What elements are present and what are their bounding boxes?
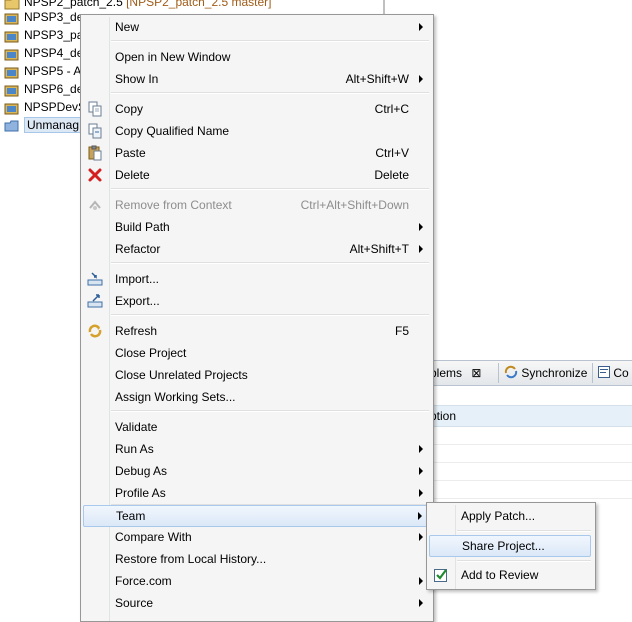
menu-item-new[interactable]: New bbox=[83, 16, 429, 38]
submenu-arrow-icon bbox=[419, 533, 423, 541]
tree-item-unmanaged[interactable]: Unmanag bbox=[4, 116, 83, 134]
export-icon bbox=[87, 293, 103, 309]
menu-item-close-unrelated-projects[interactable]: Close Unrelated Projects bbox=[83, 364, 429, 386]
problems-column-header[interactable]: ption bbox=[424, 405, 632, 427]
project-folder-icon bbox=[4, 11, 20, 25]
menu-item-paste[interactable]: Paste Ctrl+V bbox=[83, 142, 429, 164]
tree-item-npsp3-de[interactable]: NPSP3_de bbox=[4, 8, 83, 26]
menu-item-share-project[interactable]: Share Project... bbox=[429, 535, 591, 557]
grid-line bbox=[424, 462, 632, 463]
menu-item-remove-from-context[interactable]: Remove from Context Ctrl+Alt+Shift+Down bbox=[83, 194, 429, 216]
menu-separator bbox=[111, 410, 429, 412]
submenu-arrow-icon bbox=[419, 245, 423, 253]
project-folder-icon bbox=[4, 65, 20, 79]
grid-line bbox=[424, 498, 632, 499]
tab-console[interactable]: Co bbox=[598, 365, 629, 381]
project-folder-icon bbox=[4, 47, 20, 61]
synchronize-icon bbox=[504, 365, 518, 379]
remove-context-icon bbox=[87, 197, 103, 213]
menu-item-build-path[interactable]: Build Path bbox=[83, 216, 429, 238]
tab-separator bbox=[592, 363, 593, 383]
submenu-arrow-icon bbox=[419, 223, 423, 231]
menu-item-assign-working-sets[interactable]: Assign Working Sets... bbox=[83, 386, 429, 408]
project-folder-icon bbox=[4, 83, 20, 97]
context-menu: New Open in New Window Show In Alt+Shift… bbox=[80, 14, 434, 622]
refresh-icon bbox=[87, 323, 103, 339]
grid-line bbox=[424, 444, 632, 445]
checkbox-checked-icon bbox=[433, 567, 449, 583]
bottom-panel-tabs: blems ⊠ Synchronize Co bbox=[424, 360, 632, 386]
menu-item-add-to-review[interactable]: Add to Review bbox=[429, 564, 591, 586]
menu-separator bbox=[111, 314, 429, 316]
submenu-arrow-icon bbox=[419, 489, 423, 497]
menu-item-copy[interactable]: Copy Ctrl+C bbox=[83, 98, 429, 120]
delete-icon bbox=[87, 167, 103, 183]
paste-icon bbox=[87, 145, 103, 161]
submenu-arrow-icon bbox=[419, 75, 423, 83]
menu-item-source[interactable]: Source bbox=[83, 592, 429, 614]
menu-item-compare-with[interactable]: Compare With bbox=[83, 526, 429, 548]
submenu-arrow-icon bbox=[419, 23, 423, 31]
menu-separator bbox=[111, 40, 429, 42]
menu-item-apply-patch[interactable]: Apply Patch... bbox=[429, 505, 591, 527]
menu-separator bbox=[111, 92, 429, 94]
menu-item-import[interactable]: Import... bbox=[83, 268, 429, 290]
tree-item-npsp6-de[interactable]: NPSP6_de bbox=[4, 80, 83, 98]
submenu-arrow-icon bbox=[419, 445, 423, 453]
submenu-arrow-icon bbox=[419, 467, 423, 475]
menu-item-copy-qualified-name[interactable]: Copy Qualified Name bbox=[83, 120, 429, 142]
menu-item-team[interactable]: Team bbox=[83, 505, 429, 527]
menu-item-debug-as[interactable]: Debug As bbox=[83, 460, 429, 482]
tree-item-npspdevs[interactable]: NPSPDevS bbox=[4, 98, 86, 116]
tab-separator bbox=[498, 363, 499, 383]
menu-item-restore-from-local-history[interactable]: Restore from Local History... bbox=[83, 548, 429, 570]
menu-item-refactor[interactable]: Refactor Alt+Shift+T bbox=[83, 238, 429, 260]
submenu-arrow-icon bbox=[419, 599, 423, 607]
tab-synchronize[interactable]: Synchronize bbox=[504, 365, 587, 381]
menu-separator bbox=[111, 262, 429, 264]
team-submenu: Apply Patch... Share Project... Add to R… bbox=[426, 502, 596, 590]
menu-separator bbox=[111, 188, 429, 190]
menu-item-refresh[interactable]: Refresh F5 bbox=[83, 320, 429, 342]
project-folder-icon bbox=[4, 29, 20, 43]
project-folder-icon bbox=[4, 101, 20, 115]
tree-item-npsp3-pa[interactable]: NPSP3_pa bbox=[4, 26, 83, 44]
menu-item-close-project[interactable]: Close Project bbox=[83, 342, 429, 364]
submenu-arrow-icon bbox=[418, 512, 422, 520]
menu-item-open-in-new-window[interactable]: Open in New Window bbox=[83, 46, 429, 68]
menu-separator bbox=[457, 530, 591, 532]
submenu-arrow-icon bbox=[419, 577, 423, 585]
menu-item-delete[interactable]: Delete Delete bbox=[83, 164, 429, 186]
menu-item-export[interactable]: Export... bbox=[83, 290, 429, 312]
menu-item-validate[interactable]: Validate bbox=[83, 416, 429, 438]
tab-problems[interactable]: blems ⊠ bbox=[430, 365, 481, 381]
console-icon bbox=[598, 366, 610, 378]
menu-item-run-as[interactable]: Run As bbox=[83, 438, 429, 460]
menu-item-profile-as[interactable]: Profile As bbox=[83, 482, 429, 504]
menu-item-show-in[interactable]: Show In Alt+Shift+W bbox=[83, 68, 429, 90]
tree-item-npsp5[interactable]: NPSP5 - A bbox=[4, 62, 81, 80]
tree-item-npsp4-de[interactable]: NPSP4_de bbox=[4, 44, 83, 62]
menu-item-force-com[interactable]: Force.com bbox=[83, 570, 429, 592]
open-folder-icon bbox=[4, 119, 20, 133]
menu-separator bbox=[457, 560, 591, 562]
import-icon bbox=[87, 271, 103, 287]
close-tab-icon[interactable]: ⊠ bbox=[471, 366, 481, 380]
copy-qualified-name-icon bbox=[87, 123, 103, 139]
grid-line bbox=[424, 480, 632, 481]
copy-icon bbox=[87, 101, 103, 117]
